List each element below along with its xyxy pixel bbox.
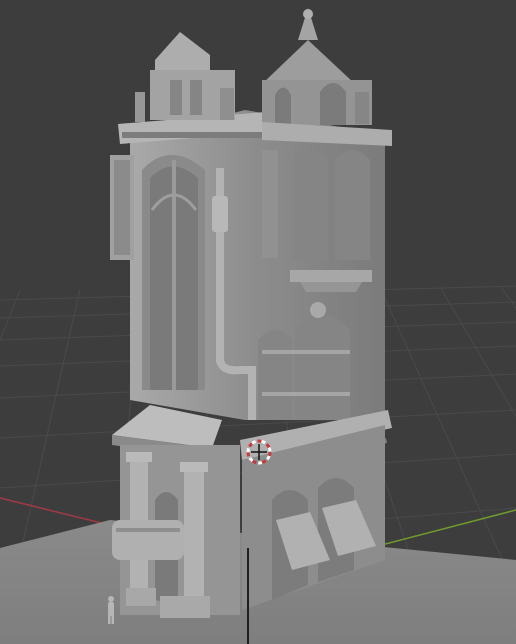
turret-roof: [262, 40, 355, 84]
left-pediment: [155, 32, 210, 72]
gothic-tower-building[interactable]: [110, 8, 392, 644]
3d-viewport[interactable]: [0, 0, 516, 644]
middle-arched-window: [258, 330, 292, 420]
right-upper-windows: [292, 150, 328, 260]
viewport-canvas[interactable]: [0, 0, 516, 644]
left-cornice-dentils: [122, 132, 262, 138]
column-right: [184, 470, 204, 618]
balcony: [112, 520, 184, 560]
